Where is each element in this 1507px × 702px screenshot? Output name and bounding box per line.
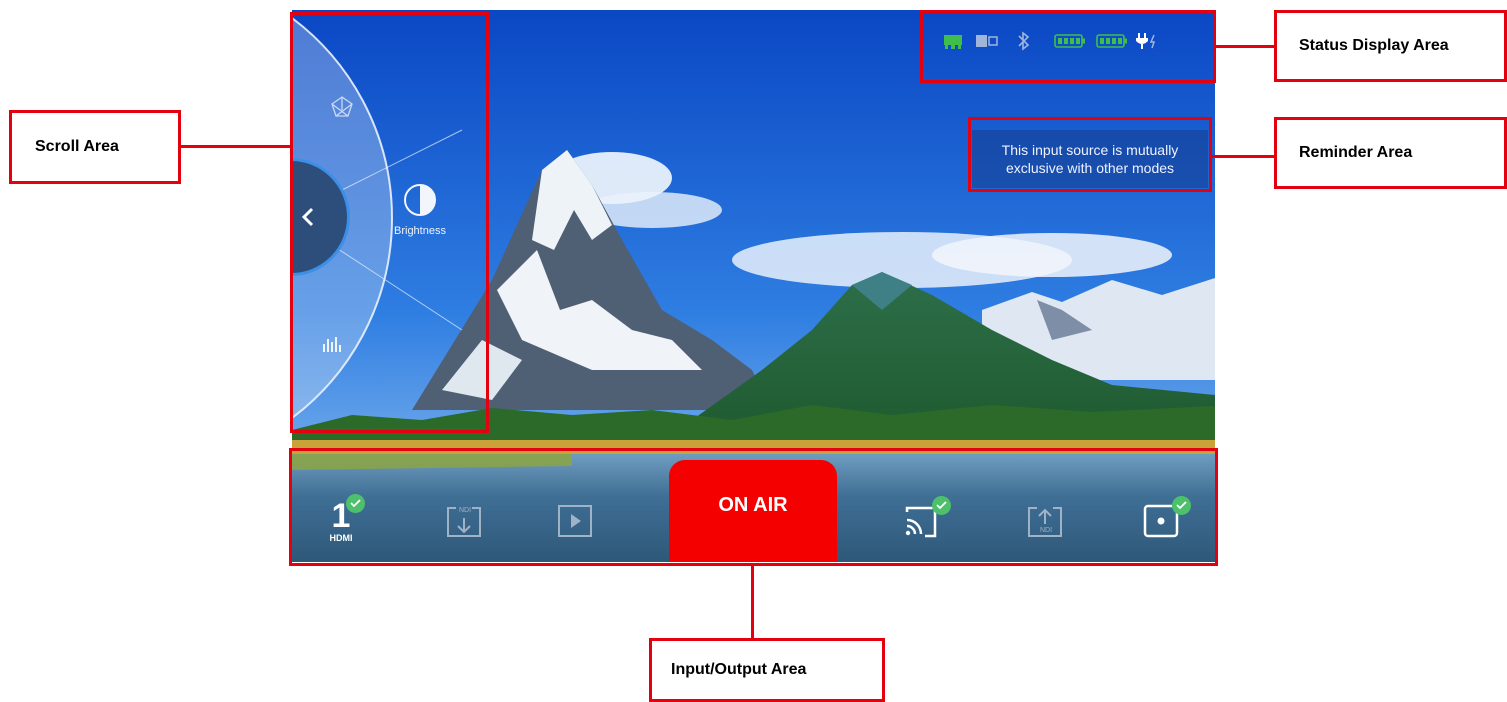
scroll-area-leader (180, 145, 290, 148)
reminder-area-highlight (968, 117, 1212, 192)
io-area-leader (751, 566, 754, 640)
status-area-leader (1216, 45, 1277, 48)
input-output-area-label: Input/Output Area (649, 638, 885, 702)
reminder-area-leader (1212, 155, 1276, 158)
scroll-area-highlight (290, 12, 489, 433)
reminder-area-label: Reminder Area (1274, 117, 1507, 189)
status-area-highlight (920, 10, 1216, 83)
status-display-area-label: Status Display Area (1274, 10, 1507, 82)
io-area-highlight (289, 448, 1218, 566)
scroll-area-label: Scroll Area (9, 110, 181, 184)
